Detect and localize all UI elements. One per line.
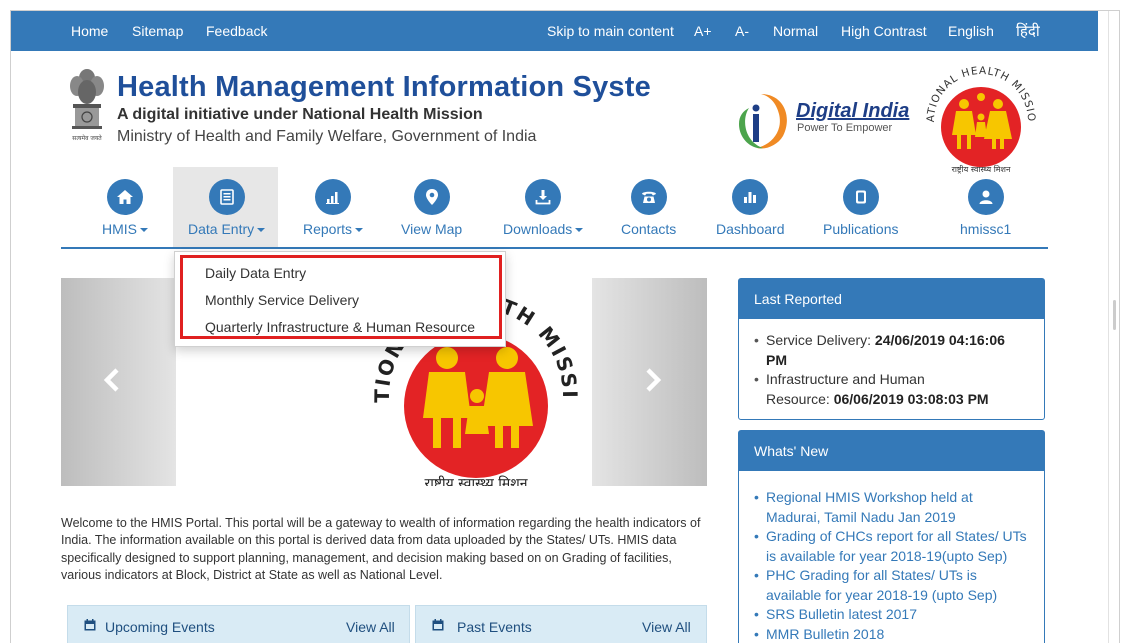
welcome-text: Welcome to the HMIS Portal. This portal …: [61, 516, 701, 582]
normal-contrast-link[interactable]: Normal: [773, 23, 818, 39]
page-title: Health Management Information System: [117, 71, 652, 103]
top-utility-bar: Home Sitemap Feedback Skip to main conte…: [11, 11, 1098, 51]
phone-icon: [630, 179, 667, 215]
past-events-panel: Past Events View All: [415, 605, 707, 643]
scrollbar-thumb[interactable]: [1113, 300, 1116, 330]
form-icon: [208, 179, 245, 215]
dashboard-icon: [732, 179, 769, 215]
infrastructure-item: Infrastructure and HumanResource: 06/06/…: [754, 370, 1029, 409]
news-item[interactable]: Regional HMIS Workshop held at Madurai, …: [754, 488, 1029, 527]
high-contrast-link[interactable]: High Contrast: [841, 23, 927, 39]
nav-item-contacts[interactable]: Contacts: [621, 179, 676, 237]
nav-item-publications[interactable]: Publications: [823, 179, 899, 237]
font-decrease-link[interactable]: A-: [735, 23, 749, 39]
whats-new-title: Whats' New: [739, 431, 1044, 471]
upcoming-events-title: Upcoming Events: [105, 619, 215, 635]
map-marker-icon: [413, 179, 450, 215]
font-increase-link[interactable]: A+: [694, 23, 712, 39]
bar-chart-icon: [315, 179, 352, 215]
nav-item-downloads[interactable]: Downloads: [503, 179, 584, 237]
nav-label-publications: Publications: [823, 221, 899, 237]
carousel-next-button[interactable]: [592, 278, 707, 486]
nav-label-hmis: HMIS: [102, 221, 137, 237]
nav-label-dashboard: Dashboard: [716, 221, 785, 237]
nav-label-data-entry: Data Entry: [188, 221, 255, 237]
svg-text:सत्यमेव जयते: सत्यमेव जयते: [72, 134, 102, 142]
upcoming-view-all-link[interactable]: View All: [346, 619, 395, 635]
sitemap-link[interactable]: Sitemap: [132, 23, 183, 39]
book-icon: [842, 179, 879, 215]
hindi-link[interactable]: हिंदी: [1016, 21, 1040, 41]
chevron-left-icon: [103, 368, 119, 392]
past-events-title: Past Events: [457, 619, 532, 635]
svg-text:राष्ट्रीय स्वास्थ्य मिशन: राष्ट्रीय स्वास्थ्य मिशन: [424, 475, 527, 486]
nav-label-view-map: View Map: [401, 221, 463, 237]
nav-item-hmis[interactable]: HMIS: [102, 179, 148, 237]
whats-new-panel: Whats' New Regional HMIS Workshop held a…: [738, 430, 1045, 643]
service-delivery-item: Service Delivery: 24/06/2019 04:16:06 PM: [754, 331, 1029, 370]
digital-india-text: Digital India: [796, 100, 910, 122]
caret-down-icon: [575, 228, 584, 233]
nav-item-view-map[interactable]: View Map: [401, 179, 462, 237]
ministry-name: Ministry of Health and Family Welfare, G…: [117, 128, 537, 145]
browser-viewport: Home Sitemap Feedback Skip to main conte…: [10, 10, 1120, 643]
svg-text:राष्ट्रीय स्वास्थ्य मिशन: राष्ट्रीय स्वास्थ्य मिशन: [952, 164, 1011, 174]
nav-label-contacts: Contacts: [621, 221, 677, 237]
english-link[interactable]: English: [948, 23, 994, 39]
news-item[interactable]: MMR Bulletin 2018: [754, 625, 1029, 643]
national-emblem-icon: सत्यमेव जयते: [70, 69, 104, 142]
nav-divider: [61, 247, 1048, 249]
home-icon: [107, 179, 143, 215]
past-view-all-link[interactable]: View All: [642, 619, 691, 635]
calendar-icon: [432, 619, 444, 631]
news-item[interactable]: SRS Bulletin latest 2017: [754, 605, 1029, 625]
nav-label-user: hmissc1: [960, 221, 1012, 237]
carousel-prev-button[interactable]: [61, 278, 176, 486]
nav-item-data-entry[interactable]: Data Entry: [188, 179, 266, 237]
digital-india-logo-icon[interactable]: [731, 86, 796, 156]
caret-down-icon: [140, 228, 148, 233]
news-item[interactable]: PHC Grading for all States/ UTs is avail…: [754, 566, 1029, 605]
last-reported-title: Last Reported: [739, 279, 1044, 319]
annotation-highlight-box: [180, 255, 502, 339]
nhm-logo-icon[interactable]: NATIONAL HEALTH MISSION राष्ट्रीय स्वास्…: [916, 59, 1046, 177]
caret-down-icon: [257, 228, 266, 233]
nav-label-reports: Reports: [303, 221, 353, 237]
chevron-right-icon: [646, 368, 662, 392]
news-item[interactable]: Grading of CHCs report for all States/ U…: [754, 527, 1029, 566]
digital-india-tagline: Power To Empower: [797, 122, 893, 134]
nav-item-user-account[interactable]: hmissc1: [960, 179, 1011, 237]
feedback-link[interactable]: Feedback: [206, 23, 267, 39]
download-icon: [525, 179, 562, 215]
home-link[interactable]: Home: [71, 23, 108, 39]
infrastructure-timestamp: 06/06/2019 03:08:03 PM: [833, 390, 989, 407]
caret-down-icon: [355, 228, 364, 233]
last-reported-panel: Last Reported Service Delivery: 24/06/20…: [738, 278, 1045, 420]
skip-to-main-link[interactable]: Skip to main content: [547, 23, 674, 39]
user-icon: [967, 179, 1004, 215]
upcoming-events-panel: Upcoming Events View All: [67, 605, 410, 643]
nav-item-reports[interactable]: Reports: [303, 179, 364, 237]
page-subtitle: A digital initiative under National Heal…: [117, 106, 483, 123]
calendar-icon: [84, 619, 96, 631]
nav-item-dashboard[interactable]: Dashboard: [716, 179, 785, 237]
nav-label-downloads: Downloads: [503, 221, 573, 237]
